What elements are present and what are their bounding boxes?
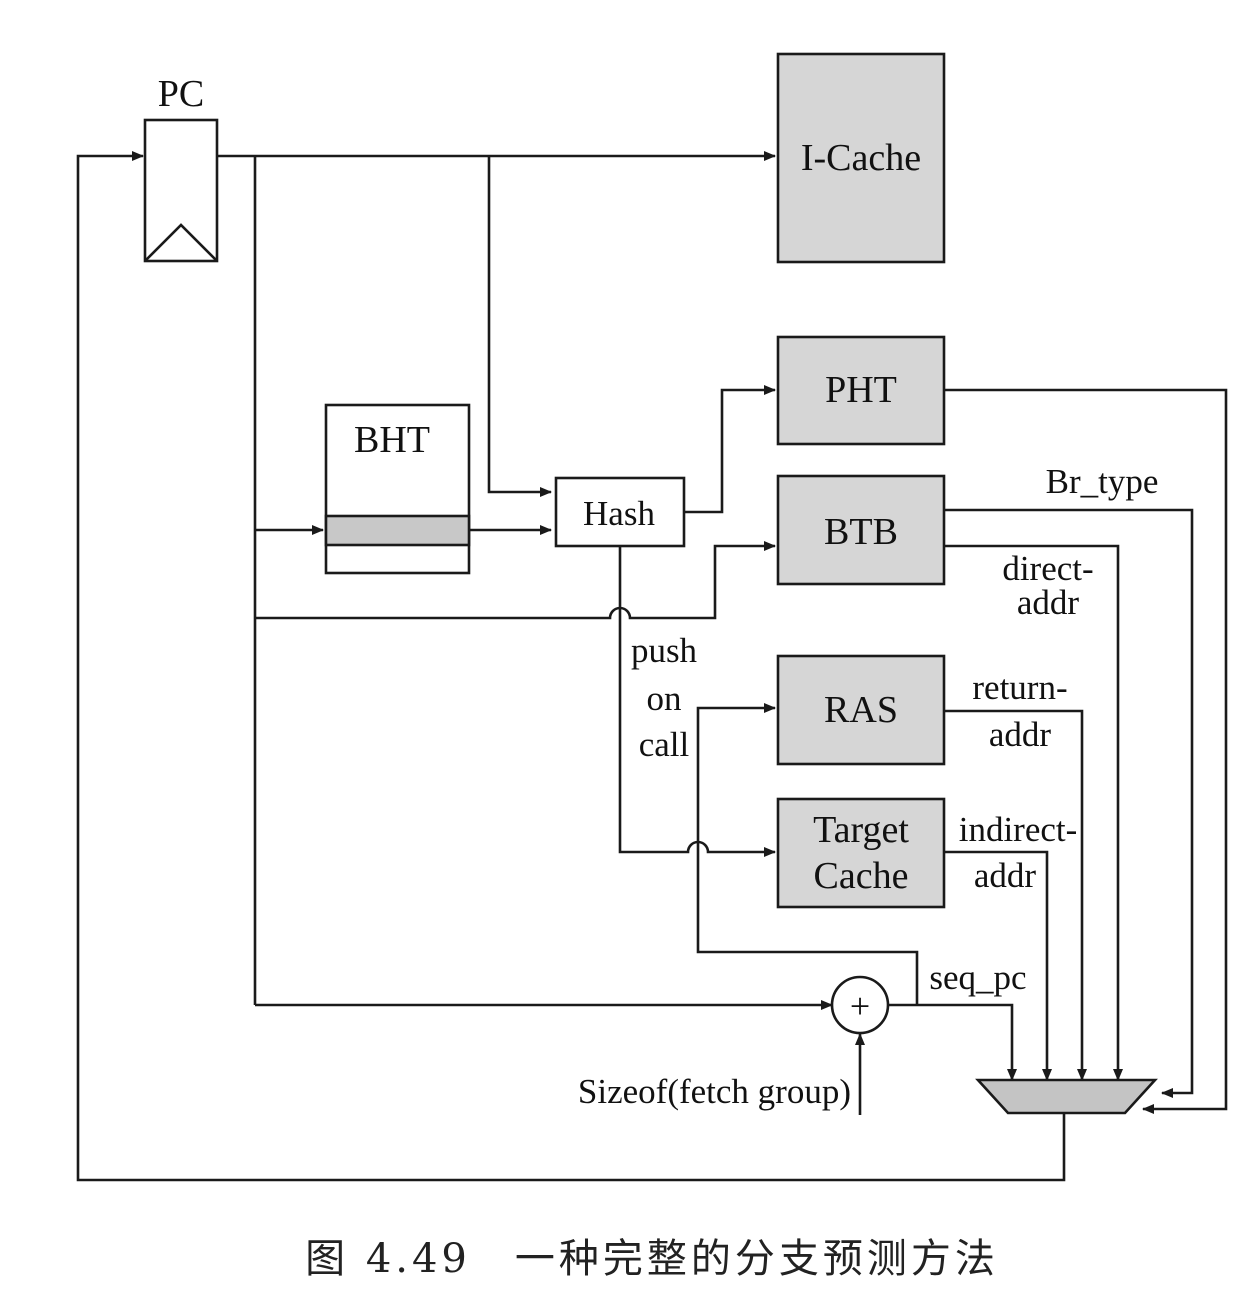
icache-label: I-Cache bbox=[801, 137, 921, 179]
adder: + bbox=[830, 975, 890, 1035]
pht-block: PHT bbox=[776, 335, 946, 446]
branch-prediction-diagram: PC I-Cache PHT BHT Hash BTB RAS Target C… bbox=[76, 52, 1228, 1282]
figure-caption: 图 4.49 一种完整的分支预测方法 bbox=[305, 1236, 999, 1282]
btb-label: BTB bbox=[824, 511, 898, 553]
multiplexer bbox=[975, 1078, 1158, 1115]
push-on-call-label-line1: push bbox=[631, 631, 698, 670]
hash-label: Hash bbox=[583, 494, 655, 533]
target-cache-label-line1: Target bbox=[813, 809, 909, 851]
pc-label: PC bbox=[158, 73, 204, 115]
hash-block: Hash bbox=[554, 476, 686, 548]
pht-label: PHT bbox=[825, 369, 897, 411]
bht-label: BHT bbox=[354, 419, 430, 461]
ras-block: RAS bbox=[776, 654, 946, 766]
push-on-call-label-line3: call bbox=[639, 725, 690, 764]
btb-block: BTB bbox=[776, 474, 946, 586]
wire-hash-to-pht bbox=[684, 385, 776, 514]
seq-pc-label: seq_pc bbox=[929, 958, 1026, 997]
adder-symbol: + bbox=[850, 986, 870, 1026]
pc-register: PC bbox=[143, 73, 219, 263]
target-cache-block: Target Cache bbox=[776, 797, 946, 909]
bht-block: BHT bbox=[324, 403, 471, 575]
direct-addr-label-line2: addr bbox=[1017, 583, 1080, 622]
wire-pc-to-hash bbox=[487, 156, 552, 497]
target-cache-label-line2: Cache bbox=[814, 855, 909, 897]
indirect-addr-label-line1: indirect- bbox=[959, 810, 1078, 849]
push-on-call-label-line2: on bbox=[647, 679, 682, 718]
br-type-label: Br_type bbox=[1046, 462, 1159, 501]
indirect-addr-label-line2: addr bbox=[974, 856, 1037, 895]
sizeof-fetch-group-label: Sizeof(fetch group) bbox=[578, 1072, 851, 1111]
return-addr-label-line2: addr bbox=[989, 715, 1052, 754]
icache-block: I-Cache bbox=[776, 52, 946, 264]
wire-seqpc-to-mux bbox=[888, 1003, 1017, 1081]
ras-label: RAS bbox=[824, 689, 898, 731]
bht-selected-row bbox=[324, 514, 471, 547]
return-addr-label-line1: return- bbox=[972, 668, 1067, 707]
